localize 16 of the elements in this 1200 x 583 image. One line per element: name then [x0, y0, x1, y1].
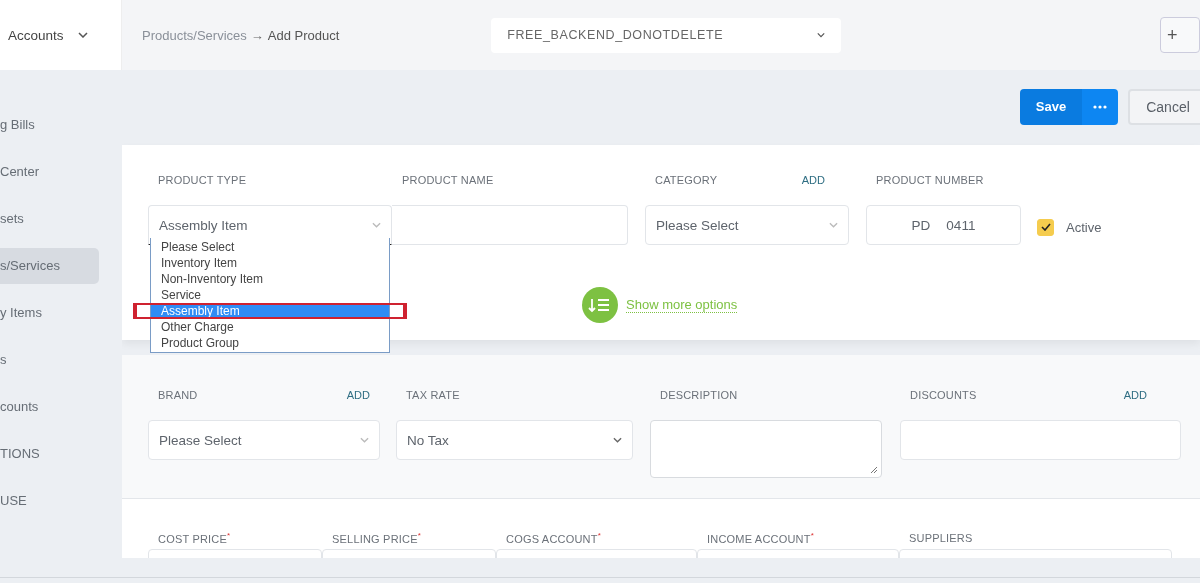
checkbox-label: Active [1066, 219, 1102, 235]
field-label: SELLING PRICE$^{*}$ [332, 531, 422, 545]
field-label: PRODUCT TYPE [158, 174, 247, 186]
field-label: CATEGORY [655, 174, 718, 186]
field-label: PRODUCT NAME [402, 174, 494, 186]
field-label: SUPPLIERS [909, 532, 973, 544]
field-label: DESCRIPTION [660, 389, 738, 401]
breadcrumb-arrow: → [250, 27, 264, 43]
field-label: PRODUCT NUMBER [876, 174, 984, 186]
field-label: COST PRICE$^{*}$ [158, 531, 231, 545]
field-label: BRAND [158, 389, 198, 401]
field-label: COGS ACCOUNT$^{*}$ [506, 531, 601, 545]
field-label: INCOME ACCOUNT$^{*}$ [707, 531, 814, 545]
breadcrumb-current: Add Product [267, 27, 340, 43]
field-label: TAX RATE [406, 389, 460, 401]
field-label: DISCOUNTS [910, 389, 977, 401]
